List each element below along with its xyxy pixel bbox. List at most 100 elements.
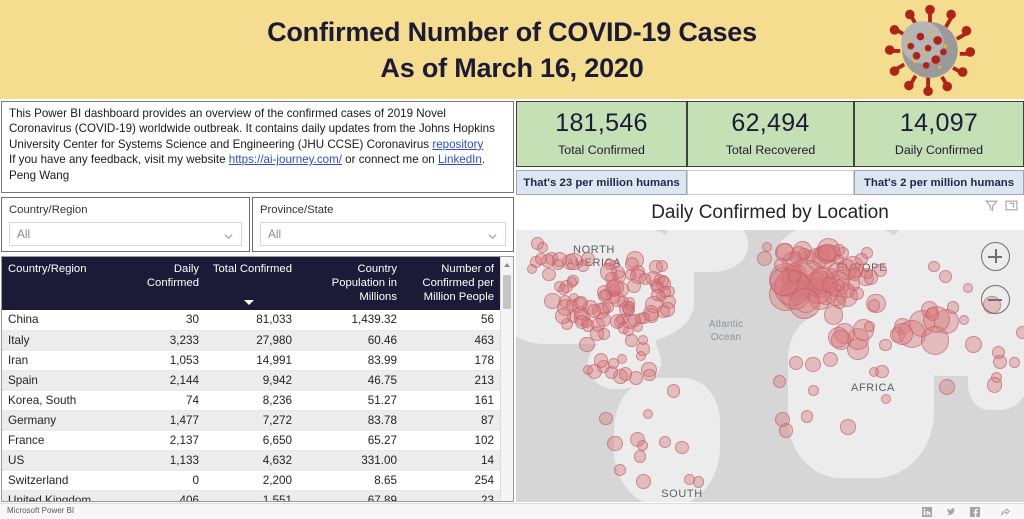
- map-bubble[interactable]: [774, 412, 790, 428]
- website-link[interactable]: https://ai-journey.com/: [229, 153, 342, 166]
- map-bubble[interactable]: [832, 296, 846, 310]
- coronavirus-icon: [884, 4, 976, 97]
- map-bubble[interactable]: [613, 463, 626, 476]
- column-header-confirmed-per-million[interactable]: Number of Confirmed per Million People: [403, 257, 500, 310]
- column-header-total-confirmed[interactable]: Total Confirmed: [205, 257, 298, 310]
- map-bubble[interactable]: [542, 267, 556, 282]
- scroll-up-icon[interactable]: [504, 263, 510, 267]
- status-bar: Microsoft Power BI: [0, 503, 1024, 519]
- slicer-country-region[interactable]: Country/Region All: [1, 197, 250, 252]
- map-bubble[interactable]: [840, 419, 856, 435]
- table-scrollbar[interactable]: [500, 257, 513, 501]
- map-zoom-out-button[interactable]: [981, 285, 1010, 314]
- map-bubble[interactable]: [659, 436, 671, 449]
- map-bubble[interactable]: [800, 409, 814, 423]
- map-bubble[interactable]: [1016, 325, 1024, 340]
- repository-link[interactable]: repository: [432, 138, 483, 151]
- table-row[interactable]: Spain 2,144 9,942 46.75 213: [2, 370, 500, 391]
- map-bubble[interactable]: [756, 250, 772, 267]
- map-bubble[interactable]: [831, 330, 851, 350]
- map-bubble[interactable]: [624, 300, 635, 312]
- page-title-line1: Confirmed Number of COVID-19 Cases: [267, 17, 757, 47]
- kpi-card-daily-confirmed[interactable]: 14,097 Daily Confirmed: [854, 101, 1024, 167]
- cell-value: 2,137: [114, 430, 205, 451]
- map-bubble[interactable]: [1009, 357, 1020, 368]
- facebook-icon[interactable]: [970, 507, 980, 517]
- twitter-icon[interactable]: [946, 507, 956, 517]
- map-bubble[interactable]: [649, 260, 663, 274]
- table-row[interactable]: Korea, South 74 8,236 51.27 161: [2, 390, 500, 411]
- map-bubble[interactable]: [594, 353, 609, 368]
- map-bubble[interactable]: [675, 440, 689, 455]
- map-bubble[interactable]: [579, 336, 595, 353]
- map-bubble[interactable]: [891, 323, 914, 345]
- map-bubble[interactable]: [864, 320, 876, 332]
- map-bubble[interactable]: [606, 435, 623, 452]
- map-bubble[interactable]: [618, 367, 633, 381]
- table-row[interactable]: Italy 3,233 27,980 60.46 463: [2, 330, 500, 351]
- kpi-card-total-recovered[interactable]: 62,494 Total Recovered: [687, 101, 854, 167]
- map-bubble[interactable]: [639, 273, 651, 285]
- map-bubble[interactable]: [624, 268, 637, 280]
- world-map[interactable]: NORTH AMERICA Atlantic Ocean EUROPE AFRICA…: [516, 230, 1024, 502]
- share-icon[interactable]: [1000, 507, 1010, 517]
- map-bubble[interactable]: [854, 252, 868, 266]
- map-bubble[interactable]: [642, 408, 654, 420]
- map-bubble[interactable]: [604, 366, 618, 380]
- map-bubble[interactable]: [684, 473, 696, 485]
- description-paragraph-1: This Power BI dashboard provides an over…: [9, 107, 495, 151]
- table-row[interactable]: US 1,133 4,632 331.00 14: [2, 450, 500, 471]
- column-header-daily-confirmed[interactable]: Daily Confirmed: [114, 257, 205, 310]
- map-bubble[interactable]: [805, 356, 821, 372]
- map-bubble[interactable]: [599, 411, 613, 426]
- map-bubble[interactable]: [536, 242, 548, 254]
- map-zoom-in-button[interactable]: [981, 242, 1010, 271]
- table-row[interactable]: Iran 1,053 14,991 83.99 178: [2, 350, 500, 371]
- table-row[interactable]: United Kingdom 406 1,551 67.89 23: [2, 490, 500, 501]
- scrollbar-thumb[interactable]: [503, 275, 511, 309]
- table-row[interactable]: China 30 81,033 1,439.32 56: [2, 310, 500, 331]
- column-header-population[interactable]: Country Population in Millions: [298, 257, 403, 310]
- cell-value: 8,236: [205, 390, 298, 411]
- map-bubble[interactable]: [938, 378, 956, 396]
- map-bubble[interactable]: [633, 450, 647, 463]
- column-header-country[interactable]: Country/Region: [2, 257, 114, 310]
- map-bubble[interactable]: [657, 304, 671, 318]
- map-bubble[interactable]: [986, 377, 1003, 393]
- map-bubble[interactable]: [637, 334, 649, 345]
- map-bubble[interactable]: [555, 308, 571, 324]
- map-bubble[interactable]: [822, 276, 839, 293]
- map-bubble[interactable]: [566, 277, 578, 288]
- map-bubble[interactable]: [927, 260, 940, 273]
- filter-funnel-icon[interactable]: [985, 199, 998, 212]
- map-bubble[interactable]: [657, 275, 669, 287]
- map-bubble[interactable]: [666, 384, 681, 398]
- map-bubble[interactable]: [623, 325, 634, 337]
- kpi-card-total-confirmed[interactable]: 181,546 Total Confirmed: [516, 101, 687, 167]
- focus-mode-icon[interactable]: [1005, 199, 1018, 212]
- cell-country: United Kingdom: [2, 490, 114, 501]
- map-bubble[interactable]: [818, 243, 837, 263]
- map-bubble[interactable]: [848, 267, 862, 281]
- map-bubble[interactable]: [861, 268, 873, 280]
- slicer-dropdown[interactable]: All: [260, 222, 506, 246]
- map-bubble[interactable]: [946, 300, 960, 314]
- linkedin-icon[interactable]: [922, 507, 932, 517]
- cell-country: France: [2, 430, 114, 451]
- slicer-dropdown[interactable]: All: [9, 222, 242, 246]
- map-bubble[interactable]: [587, 303, 601, 318]
- table-row[interactable]: Switzerland 0 2,200 8.65 254: [2, 470, 500, 491]
- map-bubble[interactable]: [643, 368, 656, 382]
- map-bubble[interactable]: [635, 474, 651, 489]
- cell-country: Korea, South: [2, 390, 114, 411]
- slicer-province-state[interactable]: Province/State All: [252, 197, 514, 252]
- linkedin-link[interactable]: LinkedIn: [438, 153, 482, 166]
- map-bubble[interactable]: [926, 307, 940, 321]
- map-bubble[interactable]: [920, 326, 950, 355]
- map-bubble[interactable]: [808, 385, 819, 396]
- map-bubble[interactable]: [651, 289, 663, 301]
- table-row[interactable]: France 2,137 6,650 65.27 102: [2, 430, 500, 451]
- map-bubble[interactable]: [773, 374, 787, 388]
- slicer-selected-value: All: [17, 227, 31, 241]
- table-row[interactable]: Germany 1,477 7,272 83.78 87: [2, 410, 500, 431]
